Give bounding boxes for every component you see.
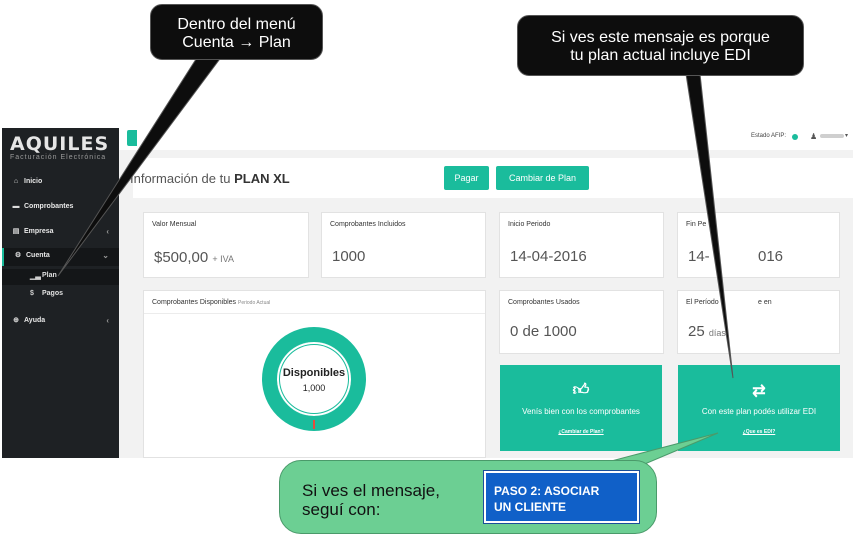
callout-pointers bbox=[57, 55, 734, 467]
step-2-link[interactable]: PASO 2: ASOCIAR UN CLIENTE bbox=[483, 470, 640, 524]
menu-callout: Dentro del menú Cuenta → Plan bbox=[150, 4, 323, 60]
callout-line: Si ves el mensaje, bbox=[302, 481, 440, 500]
callout-line: Si ves este mensaje es porque bbox=[551, 29, 770, 46]
step-line: UN CLIENTE bbox=[494, 500, 566, 514]
callout-line: Cuenta → Plan bbox=[182, 34, 291, 51]
step-line: PASO 2: ASOCIAR bbox=[494, 484, 600, 498]
edi-callout: Si ves este mensaje es porque tu plan ac… bbox=[517, 15, 804, 76]
tutorial-screenshot: AQUILES Facturación Electrónica ⌂ Inicio… bbox=[0, 0, 853, 537]
menu-callout-pointer bbox=[57, 55, 223, 277]
callout-line: seguí con: bbox=[302, 500, 381, 519]
callout-text: Si ves el mensaje, seguí con: bbox=[302, 481, 440, 519]
callout-line: Dentro del menú bbox=[177, 16, 296, 33]
callout-line: tu plan actual incluye EDI bbox=[570, 47, 751, 64]
edi-callout-pointer bbox=[685, 73, 734, 379]
